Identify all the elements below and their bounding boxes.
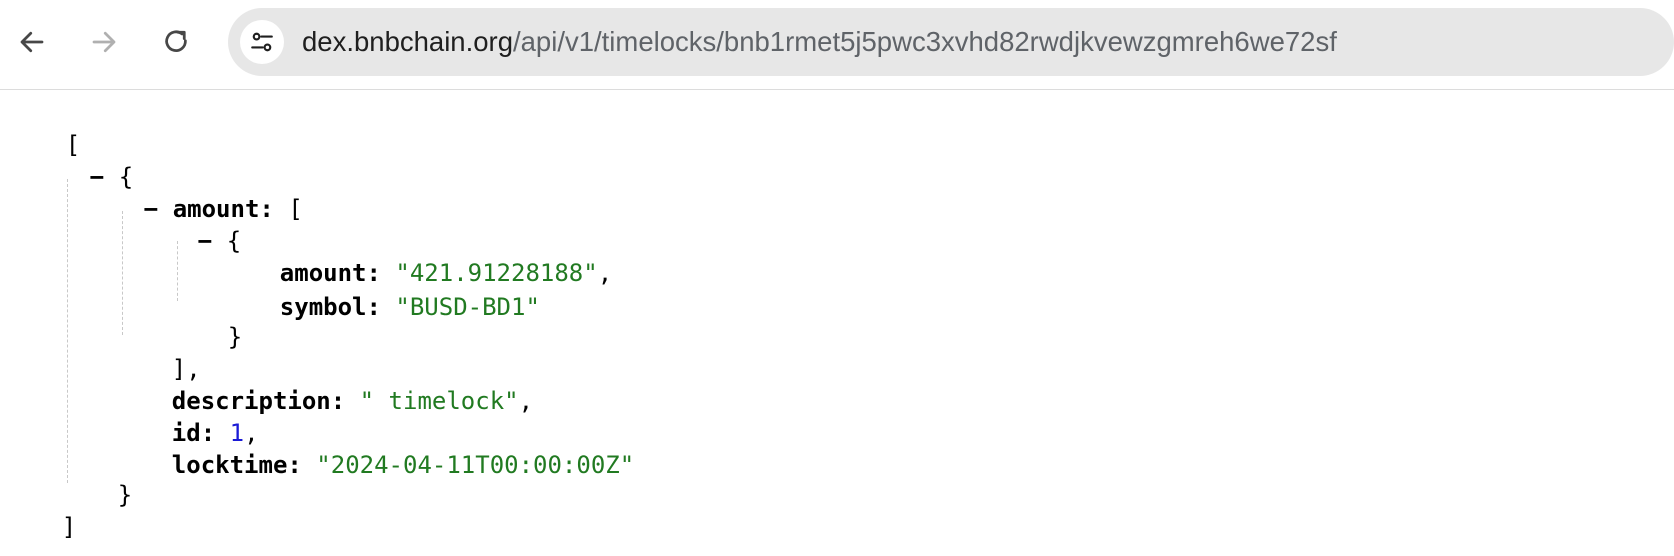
url-host: dex.bnbchain.org [302,26,513,57]
json-line-locktime: locktime: "2024-04-11T00:00:00Z" [171,451,635,479]
object-close: } [117,481,133,509]
json-line-id: id: 1, [171,419,259,447]
reload-button[interactable] [150,16,202,68]
json-line-inner-object-close: } [170,289,242,351]
json-line-object-open: − { [32,129,133,191]
site-info-button[interactable] [240,20,284,64]
json-line-object-close: } [60,447,132,509]
description-value: " timelock" [359,387,519,415]
url-path: /api/v1/timelocks/bnb1rmet5j5pwc3xvhd82r… [513,26,1337,57]
json-line-root-close: ] [4,479,76,541]
browser-toolbar: dex.bnbchain.org/api/v1/timelocks/bnb1rm… [0,0,1674,90]
json-line-symbol: symbol: "BUSD-BD1" [279,293,540,321]
json-line-description: description: " timelock", [171,387,534,415]
forward-arrow-icon [92,31,116,53]
symbol-value: "BUSD-BD1" [395,293,540,321]
json-line-inner-amount: amount: "421.91228188", [279,259,613,287]
json-line-amount-array-close: ], [114,321,201,383]
json-line-inner-object-open: − { [140,193,241,255]
back-button[interactable] [6,16,58,68]
url-text[interactable]: dex.bnbchain.org/api/v1/timelocks/bnb1rm… [302,8,1337,76]
address-bar[interactable]: dex.bnbchain.org/api/v1/timelocks/bnb1rm… [228,8,1674,76]
back-arrow-icon [20,31,44,53]
symbol-key: symbol [279,293,367,321]
collapse-toggle-inner-object[interactable]: − [198,227,212,255]
locktime-value: "2024-04-11T00:00:00Z" [316,451,635,479]
json-line-amount-array: − amount: [ [143,195,303,223]
tune-icon [251,32,273,52]
json-line-root-open: [ [8,97,80,159]
indent-guide-object [67,179,68,483]
locktime-key: locktime [171,451,288,479]
inner-object-close: } [227,323,243,351]
reload-icon [165,30,187,52]
forward-button[interactable] [78,16,130,68]
json-viewer: [ − { − amount: [ − { amount: "421.91228… [0,89,1674,556]
root-array-close: ] [61,513,77,541]
indent-guide-amount-array [122,211,123,335]
amount-array-open: [ [288,195,303,223]
